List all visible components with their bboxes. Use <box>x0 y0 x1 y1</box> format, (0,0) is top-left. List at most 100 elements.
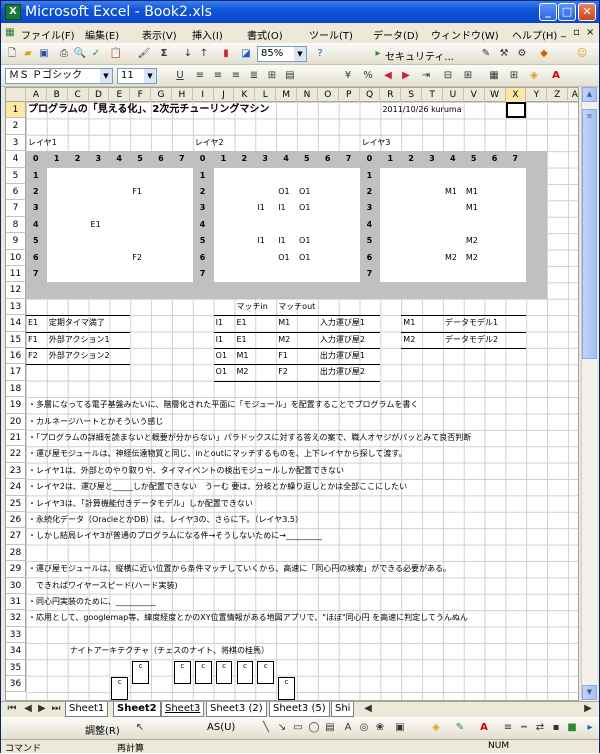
vertical-scrollbar[interactable]: ▲ ≡ ▼ <box>581 87 597 701</box>
row-header[interactable]: 8 <box>6 216 26 234</box>
row-header[interactable]: 21 <box>6 430 26 447</box>
row-header[interactable]: 1 <box>6 102 26 119</box>
hscroll-left-icon[interactable]: ◀ <box>361 702 375 716</box>
row-header[interactable]: 2 <box>6 118 26 135</box>
font-color-icon[interactable]: A <box>549 69 563 83</box>
shadow-icon[interactable]: ▪ <box>549 721 563 735</box>
maximize-button[interactable]: □ <box>558 3 576 21</box>
row-header[interactable]: 27 <box>6 528 26 545</box>
column-header[interactable]: V <box>464 88 485 102</box>
security-button[interactable]: セキュリティ... <box>385 48 454 63</box>
zoom-combo[interactable]: 85% ▼ <box>257 46 307 62</box>
arrow-left-icon[interactable]: ◀ <box>381 69 395 83</box>
menu-restore-icon[interactable]: ▫ <box>573 27 580 38</box>
next-sheet-icon[interactable]: ▶ <box>35 702 49 716</box>
sort-desc-icon[interactable]: ↑ <box>197 47 211 61</box>
column-header[interactable]: R <box>380 88 402 102</box>
row-header[interactable]: 19 <box>6 397 26 414</box>
menu-insert[interactable]: 挿入(I) <box>192 27 223 42</box>
column-header[interactable]: Q <box>360 88 381 102</box>
column-header[interactable]: E <box>109 88 131 102</box>
workbook-icon[interactable]: ▦ <box>3 26 17 40</box>
vbe-icon[interactable]: ✎ <box>479 47 493 61</box>
row-header[interactable]: 3 <box>6 134 26 152</box>
more-icon[interactable]: ▸ <box>583 721 597 735</box>
clipart-icon[interactable]: ❀ <box>373 721 387 735</box>
scroll-up-icon[interactable]: ▲ <box>582 87 597 102</box>
oval-icon[interactable]: ◯ <box>307 721 321 735</box>
column-header[interactable]: S <box>401 88 423 102</box>
menu-view[interactable]: 表示(V) <box>142 27 177 42</box>
menu-data[interactable]: データ(D) <box>373 27 419 42</box>
row-header[interactable]: 12 <box>6 282 26 299</box>
menu-format[interactable]: 書式(O) <box>247 27 283 42</box>
arrow-style-icon[interactable]: ⇄ <box>533 721 547 735</box>
save-icon[interactable]: ▣ <box>37 47 51 61</box>
column-header[interactable]: AA <box>568 88 578 102</box>
column-header[interactable]: K <box>235 88 256 102</box>
line-color-icon[interactable]: ✎ <box>453 721 467 735</box>
tab-sheet1[interactable]: Sheet1 <box>65 702 109 717</box>
column-header[interactable]: B <box>47 88 68 102</box>
column-header[interactable]: H <box>172 88 193 102</box>
sort-asc-icon[interactable]: ↓ <box>181 47 195 61</box>
tab-sheet3-5[interactable]: Sheet3 (5) <box>269 702 330 717</box>
paste-icon[interactable]: 📋 <box>109 47 123 61</box>
row-header[interactable]: 9 <box>6 233 26 250</box>
column-header[interactable]: A <box>26 88 47 102</box>
column-header[interactable]: T <box>422 88 443 102</box>
menu-help[interactable]: ヘルプ(H) <box>512 27 557 42</box>
row-header[interactable]: 5 <box>6 167 26 184</box>
autoshape-menu[interactable]: AS(U) <box>207 722 235 733</box>
column-header[interactable]: Z <box>547 88 569 102</box>
row-header[interactable]: 7 <box>6 200 26 217</box>
column-header[interactable]: X <box>505 88 527 102</box>
column-header[interactable]: U <box>443 88 464 102</box>
autosum-icon[interactable]: Σ <box>157 47 171 61</box>
row-header[interactable]: 13 <box>6 298 26 316</box>
row-header[interactable]: 29 <box>6 561 26 578</box>
column-header[interactable]: J <box>214 88 235 102</box>
diagram-icon[interactable]: ◎ <box>357 721 371 735</box>
row-header[interactable]: 31 <box>6 594 26 611</box>
menu-tools[interactable]: ツール(T) <box>309 27 353 42</box>
rectangle-icon[interactable]: ▭ <box>291 721 305 735</box>
row-header[interactable]: 36 <box>6 676 26 693</box>
adjust-menu[interactable]: 調整(R) <box>85 722 120 737</box>
column-header[interactable]: I <box>193 88 214 102</box>
worksheet[interactable]: ABCDEFGHIJKLMNOPQRSTUVWXYZAA 12345678910… <box>5 87 579 701</box>
row-header[interactable]: 10 <box>6 249 26 266</box>
merge-icon[interactable]: ⊞ <box>265 69 279 83</box>
column-header[interactable]: O <box>318 88 339 102</box>
picture-icon[interactable]: ▣ <box>393 721 407 735</box>
currency-icon[interactable]: ¥ <box>341 69 355 83</box>
menu-window[interactable]: ウィンドウ(W) <box>431 27 499 42</box>
tab-sheet2[interactable]: Sheet2 <box>113 702 161 717</box>
run-icon[interactable]: ▸ <box>371 47 385 61</box>
3d-icon[interactable]: ■ <box>565 721 579 735</box>
new-icon[interactable]: 🗋 <box>5 47 19 61</box>
align-right-icon[interactable]: ≡ <box>229 69 243 83</box>
column-header[interactable]: L <box>255 88 277 102</box>
row-header[interactable]: 20 <box>6 413 26 430</box>
row-header[interactable]: 24 <box>6 479 26 496</box>
font-size-combo[interactable]: 11 ▼ <box>117 68 157 84</box>
select-icon[interactable]: ↖ <box>133 721 147 735</box>
wordart-icon[interactable]: A <box>341 721 355 735</box>
column-header[interactable]: Y <box>526 88 548 102</box>
underline-button[interactable]: U <box>173 69 187 83</box>
column-header[interactable]: N <box>297 88 318 102</box>
first-sheet-icon[interactable]: ⏮ <box>5 702 19 716</box>
print-icon[interactable]: ⎙ <box>57 47 71 61</box>
textbox-icon[interactable]: ▤ <box>323 721 337 735</box>
dash-style-icon[interactable]: ┅ <box>517 721 531 735</box>
hscroll-right-icon[interactable]: ▶ <box>581 702 595 716</box>
grid-icon[interactable]: ⊞ <box>507 69 521 83</box>
column-header[interactable]: W <box>485 88 506 102</box>
column-header[interactable]: D <box>89 88 110 102</box>
row-header[interactable]: 26 <box>6 512 26 529</box>
borders3-icon[interactable]: ▦ <box>487 69 501 83</box>
column-header[interactable]: M <box>276 88 298 102</box>
justify-icon[interactable]: ≣ <box>247 69 261 83</box>
align-center-icon[interactable]: ≡ <box>211 69 225 83</box>
